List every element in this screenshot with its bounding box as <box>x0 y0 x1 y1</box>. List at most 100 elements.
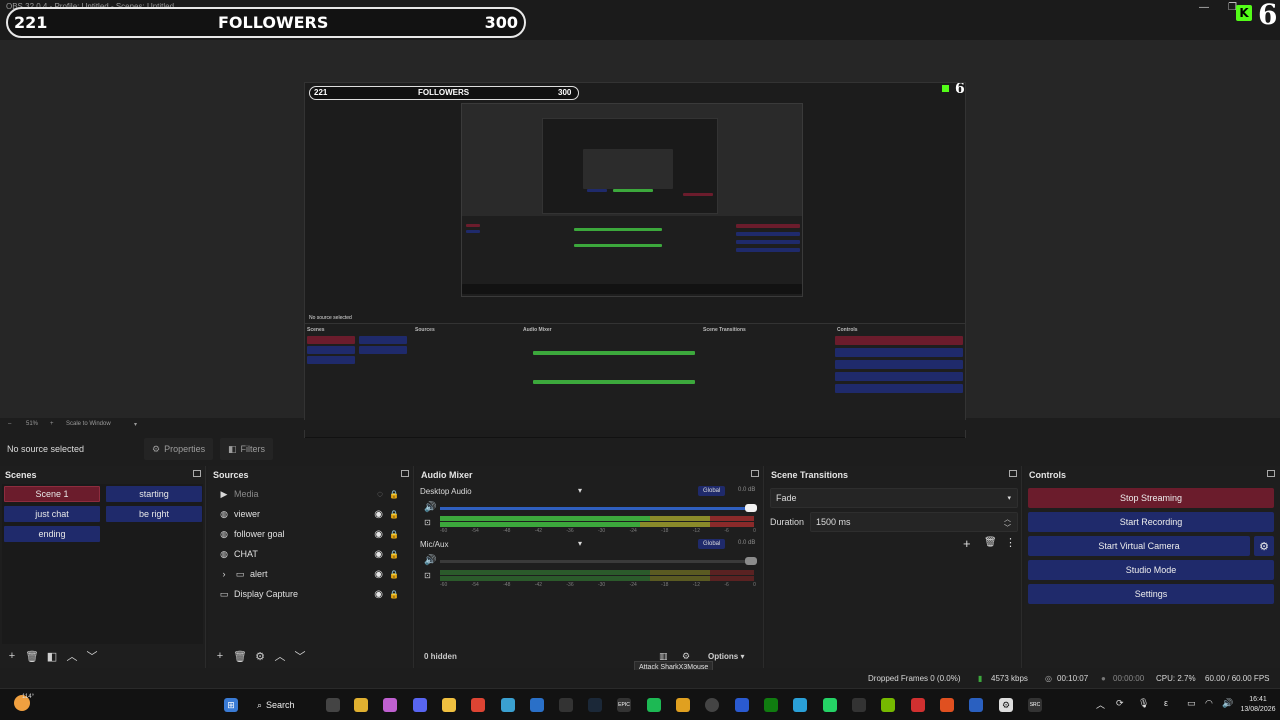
app-icon[interactable]: SRC <box>1028 698 1042 712</box>
eye-icon[interactable]: ◉ <box>374 509 383 520</box>
zoom-mode-select[interactable]: Scale to Window <box>66 421 111 427</box>
mic-volume-slider[interactable] <box>440 560 752 563</box>
trash-icon[interactable]: 🗑 <box>24 650 40 663</box>
transition-select[interactable]: Fade ▾ <box>770 488 1018 508</box>
sources-float-icon[interactable] <box>401 470 409 477</box>
app-icon[interactable] <box>442 698 456 712</box>
lock-icon[interactable]: 🔒 <box>389 530 399 539</box>
scene-button-just-chat[interactable]: just chat <box>4 506 100 522</box>
lock-icon[interactable]: 🔒 <box>389 590 399 599</box>
move-down-icon[interactable]: ﹀ <box>84 648 100 664</box>
gear-icon[interactable]: ⚙ <box>682 651 690 662</box>
display-icon[interactable]: ▭ <box>1187 698 1196 709</box>
audio-mixer-float-icon[interactable] <box>751 470 759 477</box>
network-icon[interactable]: ⟳ <box>1116 698 1124 709</box>
chevron-down-icon[interactable]: ▾ <box>578 539 582 548</box>
tray-chevron-icon[interactable]: ︿ <box>1096 698 1105 711</box>
gear-icon[interactable]: ⚙ <box>252 650 268 663</box>
speaker-icon[interactable]: 🔊 <box>424 502 436 513</box>
start-virtual-camera-button[interactable]: Start Virtual Camera <box>1028 536 1250 556</box>
source-row-alert[interactable]: › ▭ alert ◉ 🔒 <box>218 565 403 583</box>
expand-arrow-icon[interactable]: › <box>218 569 230 579</box>
eye-hidden-icon[interactable]: ◌ <box>377 489 383 500</box>
epic-games-icon[interactable]: EPIC <box>617 698 631 712</box>
virtual-camera-gear-icon[interactable]: ⚙ <box>1254 536 1274 556</box>
language-icon[interactable]: ε <box>1164 698 1168 708</box>
app-icon[interactable] <box>501 698 515 712</box>
move-down-icon[interactable]: ﹀ <box>292 648 308 664</box>
stop-streaming-button[interactable]: Stop Streaming <box>1028 488 1274 508</box>
lock-icon[interactable]: 🔒 <box>389 550 399 559</box>
app-icon[interactable] <box>969 698 983 712</box>
scene-button-be-right[interactable]: be right <box>106 506 202 522</box>
xbox-icon[interactable] <box>764 698 778 712</box>
minimize-button[interactable]: — <box>1199 2 1209 13</box>
move-up-icon[interactable]: ︿ <box>64 648 80 664</box>
source-row-follower-goal[interactable]: ◍ follower goal ◉ 🔒 <box>218 525 403 543</box>
filters-button[interactable]: ◧ Filters <box>220 438 274 460</box>
desktop-volume-handle[interactable] <box>745 504 757 512</box>
settings-icon[interactable]: ⚙ <box>999 698 1013 712</box>
move-up-icon[interactable]: ︿ <box>272 648 288 664</box>
source-row-chat[interactable]: ◍ CHAT ◉ 🔒 <box>218 545 403 563</box>
scene-button-scene-1[interactable]: Scene 1 <box>4 486 100 502</box>
eye-icon[interactable]: ◉ <box>374 549 383 560</box>
properties-button[interactable]: ⚙ Properties <box>144 438 214 460</box>
taskbar-clock[interactable]: 16:41 13/08/2026 <box>1238 695 1278 715</box>
options-button[interactable]: Options ▾ <box>708 652 744 661</box>
app-icon[interactable] <box>559 698 573 712</box>
file-explorer-icon[interactable] <box>354 698 368 712</box>
taskbar-search[interactable]: ⌕ Search <box>257 696 309 714</box>
mic-icon[interactable]: 🎙 <box>1138 698 1149 709</box>
discord-icon[interactable] <box>413 698 427 712</box>
trash-icon[interactable]: 🗑 <box>984 537 997 548</box>
lock-icon[interactable]: 🔒 <box>389 510 399 519</box>
telegram-icon[interactable] <box>793 698 807 712</box>
app-icon[interactable] <box>735 698 749 712</box>
add-icon[interactable]: + <box>212 650 228 662</box>
app-icon[interactable] <box>676 698 690 712</box>
add-icon[interactable]: + <box>4 650 20 662</box>
eye-icon[interactable]: ◉ <box>374 529 383 540</box>
task-view-icon[interactable] <box>326 698 340 712</box>
lock-icon[interactable]: 🔒 <box>389 570 399 579</box>
windows-start-icon[interactable]: ⊞ <box>224 698 238 712</box>
eye-icon[interactable]: ◉ <box>374 589 383 600</box>
wifi-icon[interactable]: ◠ <box>1205 698 1213 709</box>
settings-button[interactable]: Settings <box>1028 584 1274 604</box>
spin-down-icon[interactable]: ﹀ <box>1004 523 1011 533</box>
lock-icon[interactable]: 🔒 <box>389 490 399 499</box>
app-icon[interactable] <box>383 698 397 712</box>
studio-mode-button[interactable]: Studio Mode <box>1028 560 1274 580</box>
brave-icon[interactable] <box>940 698 954 712</box>
meter-toggle-icon[interactable]: ⊡ <box>424 571 431 580</box>
app-icon[interactable] <box>530 698 544 712</box>
whatsapp-icon[interactable] <box>823 698 837 712</box>
source-row-media[interactable]: ▶ Media ◌ 🔒 <box>218 485 403 503</box>
controls-float-icon[interactable] <box>1267 470 1275 477</box>
more-menu-icon[interactable]: ⋮ <box>1005 536 1016 549</box>
mic-volume-handle[interactable] <box>745 557 757 565</box>
layout-icon[interactable]: ▥ <box>659 651 668 662</box>
desktop-volume-slider[interactable] <box>440 507 752 510</box>
chrome-icon[interactable] <box>471 698 485 712</box>
add-transition-icon[interactable]: + <box>963 536 971 551</box>
speaker-icon[interactable]: 🔊 <box>424 555 436 566</box>
start-recording-button[interactable]: Start Recording <box>1028 512 1274 532</box>
source-row-viewer[interactable]: ◍ viewer ◉ 🔒 <box>218 505 403 523</box>
transitions-float-icon[interactable] <box>1009 470 1017 477</box>
spotify-icon[interactable] <box>647 698 661 712</box>
app-icon[interactable] <box>911 698 925 712</box>
zoom-out-button[interactable]: – <box>8 421 11 427</box>
volume-icon[interactable]: 🔊 <box>1222 698 1233 709</box>
obs-icon[interactable] <box>705 698 719 712</box>
source-row-display-capture[interactable]: ▭ Display Capture ◉ 🔒 <box>218 585 403 603</box>
trash-icon[interactable]: 🗑 <box>232 650 248 663</box>
chevron-down-icon[interactable]: ▾ <box>578 486 582 495</box>
scenes-float-icon[interactable] <box>193 470 201 477</box>
zoom-in-button[interactable]: + <box>50 421 54 427</box>
duration-input[interactable]: 1500 ms ︿ ﹀ <box>810 512 1018 532</box>
scene-button-ending[interactable]: ending <box>4 526 100 542</box>
eye-icon[interactable]: ◉ <box>374 569 383 580</box>
zoom-mode-caret-icon[interactable]: ▾ <box>134 421 137 428</box>
